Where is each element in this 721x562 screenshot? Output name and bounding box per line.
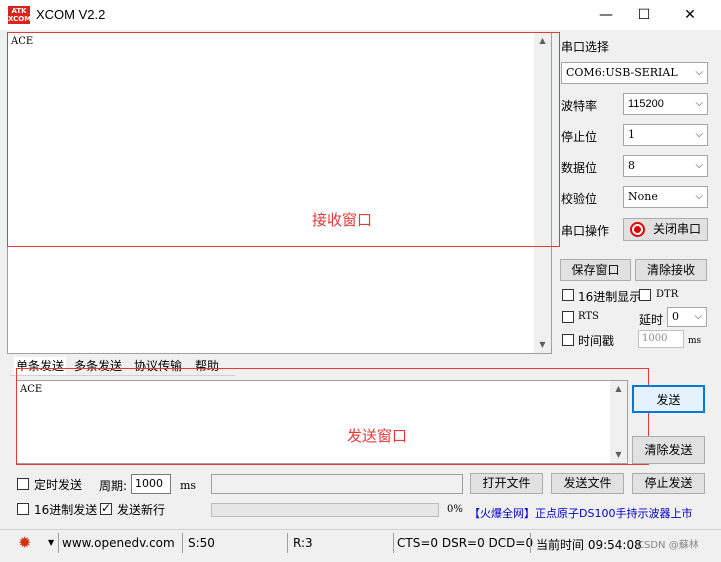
title-bar: ATK XCOM XCOM V2.2 — ☐ ✕ (0, 0, 721, 30)
rts-checkbox[interactable] (562, 311, 574, 323)
port-select[interactable]: COM6:USB-SERIAL ⌵ (561, 62, 708, 84)
delay-value: 0 (672, 310, 679, 323)
port-select-value: COM6:USB-SERIAL (566, 66, 678, 79)
send-newline-checkbox[interactable] (100, 501, 112, 515)
chevron-down-icon: ⌵ (695, 160, 703, 171)
app-logo-icon: ATK XCOM (8, 6, 32, 24)
stop-bits-value: 1 (628, 128, 635, 141)
data-bits-label: 数据位 (561, 161, 598, 175)
period-input[interactable]: 1000 (131, 474, 171, 494)
sent-count: S:50 (188, 536, 215, 550)
send-newline-label: 发送新行 (117, 503, 166, 517)
timestamp-checkbox[interactable] (562, 334, 574, 346)
timestamp-label: 时间戳 (578, 334, 615, 348)
timestamp-ms-label: ms (688, 336, 702, 346)
send-file-button[interactable]: 发送文件 (551, 473, 624, 494)
stop-bits-select[interactable]: 1 ⌵ (623, 124, 708, 146)
receive-annotation-box (7, 32, 560, 247)
line-status: CTS=0 DSR=0 DCD=0 (397, 536, 534, 550)
parity-label: 校验位 (561, 192, 598, 206)
hex-display-label: 16进制显示 (578, 290, 642, 304)
current-time: 当前时间 09:54:08 (536, 538, 642, 552)
triangle-down-icon[interactable]: ▼ (48, 538, 54, 547)
chevron-down-icon: ⌵ (694, 311, 702, 322)
window-title: XCOM V2.2 (36, 7, 106, 22)
port-operation-label: 串口操作 (561, 224, 610, 238)
parity-select[interactable]: None ⌵ (623, 186, 708, 208)
hex-send-label: 16进制发送 (34, 503, 98, 517)
file-path-input[interactable] (211, 474, 463, 494)
timed-send-label: 定时发送 (34, 478, 83, 492)
send-annotation-box (16, 368, 649, 465)
website-link[interactable]: www.openedv.com (62, 536, 175, 550)
save-window-button[interactable]: 保存窗口 (560, 259, 631, 281)
close-port-label: 关闭串口 (652, 222, 701, 236)
progress-percent: 0% (447, 504, 463, 515)
baud-select-value: 115200 (628, 98, 664, 110)
hex-display-checkbox[interactable] (562, 289, 574, 301)
close-port-button[interactable]: 关闭串口 (623, 218, 708, 241)
send-annotation-label: 发送窗口 (347, 427, 408, 445)
send-progress-bar (211, 503, 439, 517)
chevron-down-icon: ⌵ (695, 191, 703, 202)
dtr-checkbox[interactable] (639, 289, 651, 301)
dtr-label: DTR (656, 289, 679, 300)
stop-send-button[interactable]: 停止发送 (632, 473, 705, 494)
timestamp-interval-input[interactable]: 1000 (638, 330, 684, 348)
received-count: R:3 (293, 536, 313, 550)
data-bits-value: 8 (628, 159, 635, 172)
scroll-down-icon[interactable]: ▼ (534, 337, 551, 353)
ad-link[interactable]: 【火爆全网】正点原子DS100手持示波器上市 (469, 505, 692, 521)
delay-select[interactable]: 0 ⌵ (667, 307, 707, 327)
chevron-down-icon: ⌵ (695, 129, 703, 140)
status-bar: ✹ ▼ www.openedv.com S:50 R:3 CTS=0 DSR=0… (0, 529, 721, 555)
chevron-down-icon: ⌵ (695, 98, 703, 109)
baud-label: 波特率 (561, 99, 598, 113)
maximize-button[interactable]: ☐ (621, 0, 667, 30)
period-label: 周期: (99, 479, 128, 493)
port-select-label: 串口选择 (561, 40, 610, 54)
port-status-icon (630, 222, 645, 237)
clear-receive-button[interactable]: 清除接收 (635, 259, 707, 281)
baud-select[interactable]: 115200 ⌵ (623, 93, 708, 115)
data-bits-select[interactable]: 8 ⌵ (623, 155, 708, 177)
open-file-button[interactable]: 打开文件 (470, 473, 543, 494)
receive-annotation-label: 接收窗口 (312, 211, 373, 229)
timed-send-checkbox[interactable] (17, 478, 29, 490)
csdn-watermark: CSDN @蘇林 (637, 540, 699, 551)
send-button[interactable]: 发送 (632, 385, 705, 413)
stop-bits-label: 停止位 (561, 130, 598, 144)
gear-icon[interactable]: ✹ (18, 533, 31, 552)
chevron-down-icon: ⌵ (695, 67, 703, 78)
clear-send-button[interactable]: 清除发送 (632, 436, 705, 464)
delay-label: 延时 (639, 313, 664, 327)
period-ms-label: ms (180, 479, 197, 492)
parity-value: None (628, 190, 658, 203)
rts-label: RTS (578, 311, 599, 322)
hex-send-checkbox[interactable] (17, 503, 29, 515)
close-button[interactable]: ✕ (667, 0, 713, 30)
